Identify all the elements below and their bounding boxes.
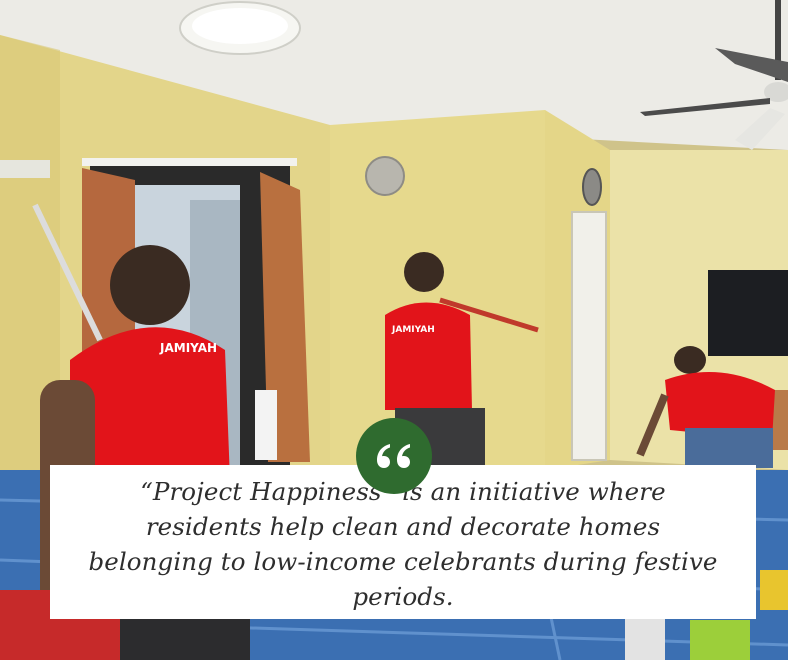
shirt-print-center: JAMIYAH bbox=[391, 325, 435, 335]
ceiling-light bbox=[179, 1, 301, 55]
quote-text: “Project Happiness” is an initiative whe… bbox=[88, 477, 718, 611]
wall-clock bbox=[365, 156, 405, 196]
television bbox=[708, 270, 788, 356]
shirt-print-left: JAMIYAH bbox=[159, 341, 217, 355]
quote-badge bbox=[356, 418, 432, 494]
quote-mark-icon bbox=[374, 440, 414, 472]
